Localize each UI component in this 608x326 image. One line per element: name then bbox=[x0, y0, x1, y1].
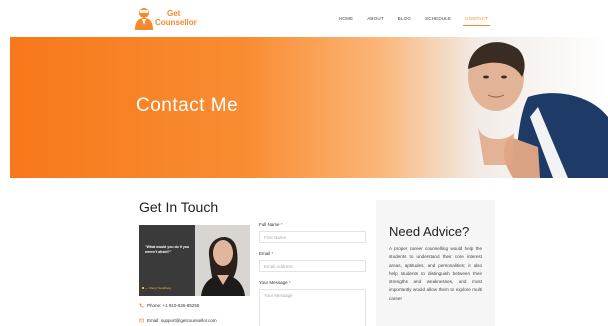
counsellor-logo-icon bbox=[135, 8, 153, 30]
page-title: Contact Me bbox=[136, 95, 239, 116]
quote-text: "What would you do if you weren't afraid… bbox=[145, 245, 190, 254]
message-label: Your Message * bbox=[259, 280, 367, 285]
email-label: Email * bbox=[259, 251, 367, 256]
advice-panel: Need Advice? A proper career counselling… bbox=[376, 200, 495, 326]
brand-name: Get Counsellor bbox=[155, 9, 197, 27]
mail-icon bbox=[139, 318, 144, 323]
full-name-label: Full Name * bbox=[259, 222, 367, 227]
required-mark: * bbox=[280, 222, 283, 227]
hero-banner: Contact Me bbox=[10, 37, 608, 178]
email-label-text: Email bbox=[259, 251, 271, 256]
get-in-touch-heading: Get In Touch bbox=[139, 199, 219, 215]
quote-signature: — Sheryl Sandberg bbox=[145, 286, 172, 290]
nav-contact[interactable]: CONTACT bbox=[458, 16, 495, 26]
message-label-text: Your Message bbox=[259, 280, 288, 285]
signature-marker bbox=[142, 287, 144, 289]
phone-icon bbox=[139, 303, 144, 308]
woman-portrait bbox=[195, 225, 250, 296]
nav-home[interactable]: HOME bbox=[332, 16, 360, 21]
brand-logo[interactable]: Get Counsellor bbox=[133, 6, 203, 32]
quote-card-image: "What would you do if you weren't afraid… bbox=[139, 225, 250, 296]
required-mark: * bbox=[288, 280, 291, 285]
contact-phone-text[interactable]: Phone: +1 910-626-85255 bbox=[147, 303, 199, 308]
email-input[interactable]: Email Address bbox=[259, 260, 366, 272]
contact-email: Email: support@getcounsellor.com bbox=[139, 318, 217, 323]
hero-man-photo bbox=[468, 42, 608, 178]
nav-schedule[interactable]: SCHEDULE bbox=[418, 16, 458, 21]
brand-line-2: Counsellor bbox=[155, 18, 197, 27]
nav-about[interactable]: ABOUT bbox=[360, 16, 391, 21]
full-name-input[interactable]: First Name bbox=[259, 231, 366, 243]
full-name-label-text: Full Name bbox=[259, 222, 280, 227]
nav-blog[interactable]: BLOG bbox=[391, 16, 418, 21]
main-nav: HOME ABOUT BLOG SCHEDULE CONTACT bbox=[332, 16, 495, 26]
contact-form: Full Name * First Name Email * Email Add… bbox=[259, 222, 367, 326]
advice-heading: Need Advice? bbox=[389, 224, 470, 239]
message-textarea[interactable]: Your Message bbox=[259, 289, 366, 326]
contact-phone: Phone: +1 910-626-85255 bbox=[139, 303, 199, 308]
required-mark: * bbox=[271, 251, 274, 256]
advice-text: A proper career counselling would help t… bbox=[389, 246, 482, 301]
contact-email-text[interactable]: Email: support@getcounsellor.com bbox=[147, 318, 217, 323]
brand-line-1: Get bbox=[167, 9, 181, 18]
site-header: Get Counsellor HOME ABOUT BLOG SCHEDULE … bbox=[0, 0, 608, 37]
